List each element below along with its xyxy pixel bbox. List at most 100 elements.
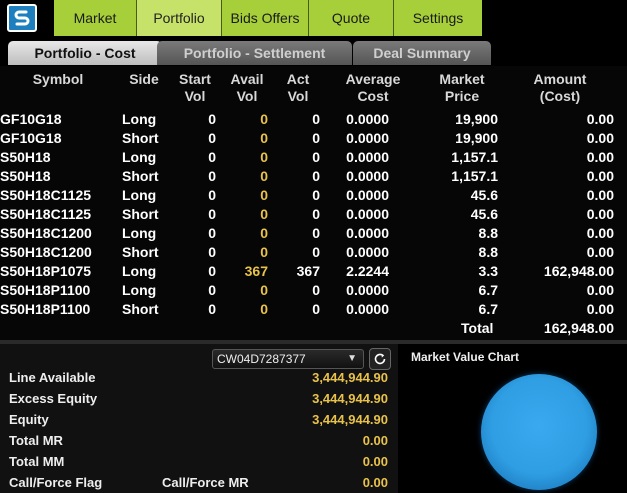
cell-start-vol: 0 bbox=[208, 244, 216, 260]
financial-label: Total MM bbox=[9, 454, 65, 469]
tab-deal-summary[interactable]: Deal Summary bbox=[353, 41, 491, 65]
table-row[interactable]: S50H18 Short 0 0 0 0.0000 1,157.1 0.00 bbox=[0, 167, 627, 186]
cell-amount-cost: 0.00 bbox=[586, 301, 614, 317]
cell-symbol: S50H18P1100 bbox=[0, 282, 91, 298]
financial-label: Equity bbox=[9, 412, 49, 427]
cell-act-vol: 0 bbox=[312, 130, 320, 146]
financial-value: 3,444,944.90 bbox=[312, 412, 388, 427]
table-row[interactable]: GF10G18 Short 0 0 0 0.0000 19,900 0.00 bbox=[0, 129, 627, 148]
cell-market-price: 6.7 bbox=[478, 282, 498, 298]
account-select[interactable]: CW04D7287377 ▼ bbox=[212, 349, 364, 369]
nav-item-portfolio[interactable]: Portfolio bbox=[137, 0, 222, 36]
cell-average-cost: 0.0000 bbox=[346, 282, 389, 298]
header-start-vol-line1: Start bbox=[179, 71, 211, 87]
table-row[interactable]: S50H18P1100 Long 0 0 0 0.0000 6.7 0.00 bbox=[0, 281, 627, 300]
cell-avail-vol: 0 bbox=[260, 282, 268, 298]
cell-side: Short bbox=[122, 301, 159, 317]
cell-market-price: 45.6 bbox=[470, 206, 498, 222]
cell-avail-vol: 0 bbox=[260, 130, 268, 146]
cell-start-vol: 0 bbox=[208, 225, 216, 241]
cell-market-price: 8.8 bbox=[478, 244, 498, 260]
top-navigation-bar: Market Portfolio Bids Offers Quote Setti… bbox=[0, 0, 627, 36]
cell-symbol: S50H18C1200 bbox=[0, 225, 92, 241]
cell-amount-cost: 0.00 bbox=[586, 149, 614, 165]
cell-market-price: 45.6 bbox=[470, 187, 498, 203]
cell-side: Long bbox=[122, 111, 157, 127]
nav-item-market[interactable]: Market bbox=[54, 0, 137, 36]
cell-average-cost: 0.0000 bbox=[346, 301, 389, 317]
financial-value: 3,444,944.90 bbox=[312, 370, 388, 385]
financial-label: Line Available bbox=[9, 370, 96, 385]
cell-act-vol: 0 bbox=[312, 225, 320, 241]
cell-start-vol: 0 bbox=[208, 263, 216, 279]
cell-amount-cost: 162,948.00 bbox=[543, 263, 614, 279]
cell-avail-vol: 0 bbox=[260, 111, 268, 127]
nav-item-settings[interactable]: Settings bbox=[394, 0, 482, 36]
tab-portfolio-cost[interactable]: Portfolio - Cost bbox=[8, 41, 162, 65]
cell-amount-cost: 0.00 bbox=[586, 111, 614, 127]
total-label: Total bbox=[461, 320, 494, 336]
cell-market-price: 8.8 bbox=[478, 225, 498, 241]
financial-row: Excess Equity 3,444,944.90 bbox=[0, 389, 398, 410]
cell-side: Short bbox=[122, 130, 159, 146]
cell-avail-vol: 0 bbox=[260, 149, 268, 165]
portfolio-table: Symbol Side Start Vol Avail Vol Act Vol … bbox=[0, 66, 627, 340]
table-row[interactable]: GF10G18 Long 0 0 0 0.0000 19,900 0.00 bbox=[0, 110, 627, 129]
market-value-pie[interactable] bbox=[481, 374, 597, 490]
main-nav: Market Portfolio Bids Offers Quote Setti… bbox=[54, 0, 482, 36]
header-avail-vol-line1: Avail bbox=[230, 71, 264, 87]
app-logo-icon[interactable] bbox=[7, 4, 37, 32]
cell-side: Long bbox=[122, 282, 157, 298]
cell-avail-vol: 0 bbox=[260, 206, 268, 222]
header-side: Side bbox=[129, 71, 159, 87]
header-market-price-line2: Price bbox=[444, 88, 480, 104]
cell-average-cost: 0.0000 bbox=[346, 149, 389, 165]
table-row[interactable]: S50H18P1075 Long 0 367 367 2.2244 3.3 162,948.0… bbox=[0, 262, 627, 281]
cell-market-price: 6.7 bbox=[478, 301, 498, 317]
table-row[interactable]: S50H18C1125 Long 0 0 0 0.0000 45.6 0.00 bbox=[0, 186, 627, 205]
cell-amount-cost: 0.00 bbox=[586, 168, 614, 184]
table-row[interactable]: S50H18C1125 Short 0 0 0 0.0000 45.6 0.00 bbox=[0, 205, 627, 224]
cell-amount-cost: 0.00 bbox=[586, 206, 614, 222]
sub-tab-bar: Portfolio - Cost Portfolio - Settlement … bbox=[0, 36, 627, 66]
financial-row: Line Available 3,444,944.90 bbox=[0, 368, 398, 389]
cell-avail-vol: 367 bbox=[244, 263, 268, 279]
refresh-icon bbox=[374, 353, 386, 365]
total-value: 162,948.00 bbox=[543, 320, 614, 336]
financial-label: Call/Force Flag bbox=[9, 475, 103, 490]
cell-market-price: 19,900 bbox=[455, 130, 498, 146]
refresh-button[interactable] bbox=[369, 348, 391, 370]
cell-symbol: S50H18 bbox=[0, 168, 51, 184]
cell-market-price: 3.3 bbox=[478, 263, 498, 279]
financial-row: Total MM 0.00 bbox=[0, 452, 398, 473]
cell-act-vol: 0 bbox=[312, 111, 320, 127]
financial-label-secondary: Call/Force MR bbox=[162, 475, 249, 490]
nav-item-bids-offers[interactable]: Bids Offers bbox=[222, 0, 309, 36]
cell-act-vol: 0 bbox=[312, 244, 320, 260]
cell-symbol: GF10G18 bbox=[0, 111, 62, 127]
cell-symbol: S50H18 bbox=[0, 149, 51, 165]
cell-side: Short bbox=[122, 206, 159, 222]
cell-symbol: S50H18C1125 bbox=[0, 187, 92, 203]
header-act-vol: Act Vol bbox=[279, 71, 317, 105]
cell-start-vol: 0 bbox=[208, 282, 216, 298]
cell-act-vol: 0 bbox=[312, 187, 320, 203]
table-row[interactable]: S50H18C1200 Short 0 0 0 0.0000 8.8 0.00 bbox=[0, 243, 627, 262]
cell-avail-vol: 0 bbox=[260, 168, 268, 184]
cell-average-cost: 0.0000 bbox=[346, 206, 389, 222]
header-amount-cost-line2: (Cost) bbox=[539, 88, 581, 104]
tab-portfolio-settlement[interactable]: Portfolio - Settlement bbox=[157, 41, 352, 65]
header-act-vol-line1: Act bbox=[286, 71, 310, 87]
header-start-vol: Start Vol bbox=[174, 71, 216, 105]
account-summary-panel: CW04D7287377 ▼ Line Available 3,444,944.9… bbox=[0, 344, 398, 493]
cell-average-cost: 0.0000 bbox=[346, 130, 389, 146]
cell-act-vol: 0 bbox=[312, 168, 320, 184]
table-row[interactable]: S50H18C1200 Long 0 0 0 0.0000 8.8 0.00 bbox=[0, 224, 627, 243]
nav-item-quote[interactable]: Quote bbox=[309, 0, 394, 36]
table-row[interactable]: S50H18P1100 Short 0 0 0 0.0000 6.7 0.00 bbox=[0, 300, 627, 319]
table-row[interactable]: S50H18 Long 0 0 0 0.0000 1,157.1 0.00 bbox=[0, 148, 627, 167]
chart-title: Market Value Chart bbox=[411, 350, 520, 364]
financial-row: Total MR 0.00 bbox=[0, 431, 398, 452]
cell-start-vol: 0 bbox=[208, 168, 216, 184]
cell-average-cost: 0.0000 bbox=[346, 225, 389, 241]
